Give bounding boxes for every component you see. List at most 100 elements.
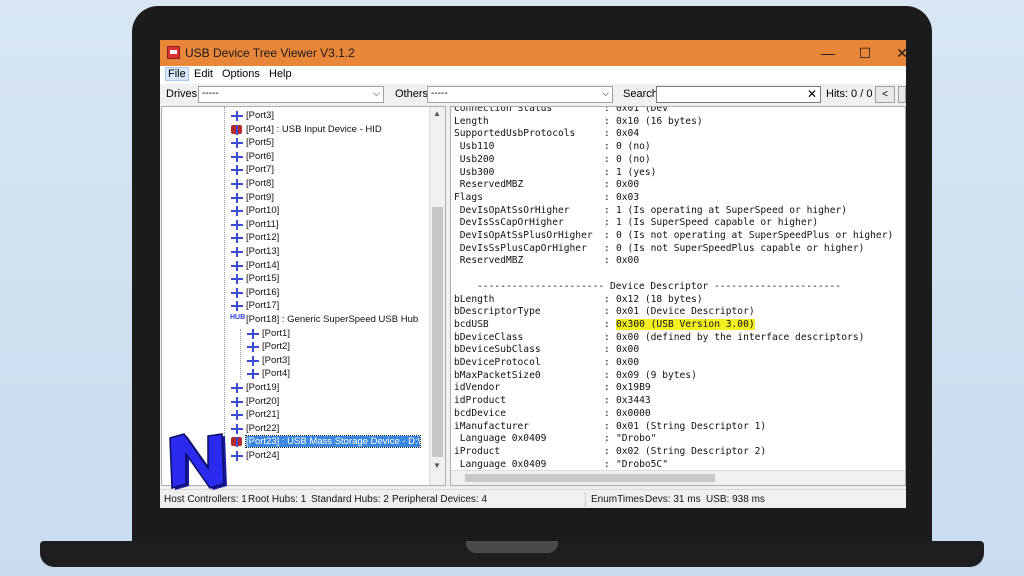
tree-item[interactable]: HUB[Port18] : Generic SuperSpeed USB Hub [230,314,418,327]
usb-port-icon [230,287,244,298]
tree-item[interactable]: [Port4] : USB Input Device - HID [230,124,382,137]
search-prev-button[interactable]: < [875,86,895,103]
descriptor-key: Usb300 [454,166,495,178]
tree-item-label: [Port4] [262,368,290,380]
status-bar: Host Controllers: 1 Root Hubs: 1 Standar… [160,489,906,508]
scroll-down-icon[interactable]: ▼ [433,461,441,470]
descriptor-details[interactable]: Connection Status:0x01 (Dev Length:0x10 (… [450,106,906,486]
descriptor-key: bDeviceClass [454,331,524,343]
tree-item-label: [Port15] [246,273,280,285]
device-tree[interactable]: [Port3] [Port4] : USB Input Device - HID[… [161,106,446,486]
usb-port-icon [230,219,244,230]
tree-item[interactable]: [Port14] [230,260,279,273]
descriptor-row: Usb110:0 (no) [454,141,904,153]
tree-item[interactable]: [Port15] [230,273,279,286]
descriptor-key: idVendor [454,382,501,394]
tree-item[interactable]: [Port6] [230,151,274,164]
scroll-up-icon[interactable]: ▲ [433,109,441,118]
descriptor-value: 0x00 (defined by the interface descripto… [616,331,865,343]
tree-item[interactable]: [Port3] [246,355,290,368]
descriptor-row: bDeviceClass:0x00 (defined by the interf… [454,332,904,344]
tree-item[interactable]: [Port9] [230,192,274,205]
descriptor-row: idProduct:0x3443 [454,395,904,407]
descriptor-value: 0x02 (String Descriptor 2) [616,445,767,457]
usb-port-icon [230,396,244,407]
descriptor-value: "Drobo" [616,433,657,445]
descriptor-colon: : [604,166,610,178]
descriptor-colon: : [604,445,610,457]
tree-item[interactable]: [Port5] [230,137,274,150]
descriptor-row: Flags:0x03 [454,192,904,204]
descriptor-colon: : [604,153,610,165]
status-usb: USB: 938 ms [706,494,765,505]
tree-item[interactable]: [Port22] [230,423,279,436]
tree-item-label: [Port23] : USB Mass Storage Device - D:\ [244,435,422,449]
descriptor-value: 0x03 [616,191,640,203]
tree-scroll-thumb[interactable] [432,207,443,457]
tree-item[interactable]: [Port12] [230,232,279,245]
tree-item[interactable]: [Port23] : USB Mass Storage Device - D:\ [230,435,422,449]
tree-item[interactable]: [Port2] [246,341,290,354]
descriptor-colon: : [604,382,610,394]
menu-help[interactable]: Help [269,68,292,80]
others-dropdown[interactable]: ----- ⌵ [427,86,613,103]
descriptor-colon: : [604,433,610,445]
descriptor-row: bDeviceProtocol:0x00 [454,357,904,369]
descriptor-key: Usb110 [454,141,495,153]
usb-port-icon [230,137,244,149]
tree-item[interactable]: [Port17] [230,300,279,313]
menu-edit[interactable]: Edit [194,68,213,80]
descriptor-key: ReservedMBZ [454,255,524,267]
tree-item-label: [Port13] [246,246,280,258]
minimize-button[interactable]: — [813,43,843,63]
tree-item[interactable]: [Port21] [230,409,279,422]
tree-item[interactable]: [Port16] [230,287,279,300]
descriptor-row: bcdDevice:0x0000 [454,408,904,420]
drives-dropdown[interactable]: ----- ⌵ [198,86,384,103]
app-window: USB Device Tree Viewer V3.1.2 — ☐ ✕ File… [160,40,906,508]
descriptor-row: ReservedMBZ:0x00 [454,255,904,267]
channel-logo [169,433,227,490]
tree-item[interactable]: [Port7] [230,164,274,177]
tree-vertical-scrollbar[interactable]: ▲ ▼ [429,107,445,485]
tree-item-label: [Port24] [246,450,280,462]
tree-item[interactable]: [Port10] [230,205,279,218]
descriptor-value: "Drobo5C" [616,458,668,470]
menu-options[interactable]: Options [222,68,260,80]
usb-port-icon [230,192,244,203]
close-button[interactable]: ✕ [887,43,906,63]
descriptor-colon: : [604,115,610,127]
details-horizontal-scrollbar[interactable] [451,470,905,485]
clear-search-icon[interactable]: ✕ [807,87,817,101]
tree-item[interactable]: [Port24] [230,450,279,463]
tree-item-label: [Port22] [246,422,280,434]
descriptor-value: 0 (no) [616,153,651,165]
descriptor-value: 0x00 [616,357,640,368]
descriptor-colon: : [604,395,610,407]
tree-item[interactable]: [Port13] [230,246,279,259]
menu-file[interactable]: File [165,67,189,81]
descriptor-value: 0x3443 [616,395,651,407]
descriptor-key: ReservedMBZ [454,179,524,191]
usb-port-icon [230,273,244,285]
descriptor-row: DevIsSsCapOrHigher:1 (Is SuperSpeed capa… [454,217,904,229]
descriptor-colon: : [604,344,610,356]
tree-item[interactable]: [Port4] [246,368,290,381]
descriptor-row: bMaxPacketSize0:0x09 (9 bytes) [454,370,904,382]
tree-item[interactable]: [Port1] [246,328,290,341]
usb-port-icon [230,246,244,257]
descriptor-key: bcdUSB [454,318,489,330]
descriptor-colon: : [604,106,610,114]
descriptor-colon: : [604,217,610,229]
descriptor-value: 0x09 (9 bytes) [616,369,697,381]
maximize-button[interactable]: ☐ [850,43,880,63]
tree-item[interactable]: [Port20] [230,396,279,409]
details-scroll-thumb[interactable] [465,474,715,482]
search-next-button[interactable] [898,86,906,103]
status-divider [585,492,586,507]
tree-item[interactable]: [Port19] [230,382,279,395]
search-input[interactable]: ✕ [656,86,821,103]
tree-item[interactable]: [Port11] [230,219,279,232]
tree-item[interactable]: [Port8] [230,178,274,191]
tree-item[interactable]: [Port3] [230,110,274,123]
